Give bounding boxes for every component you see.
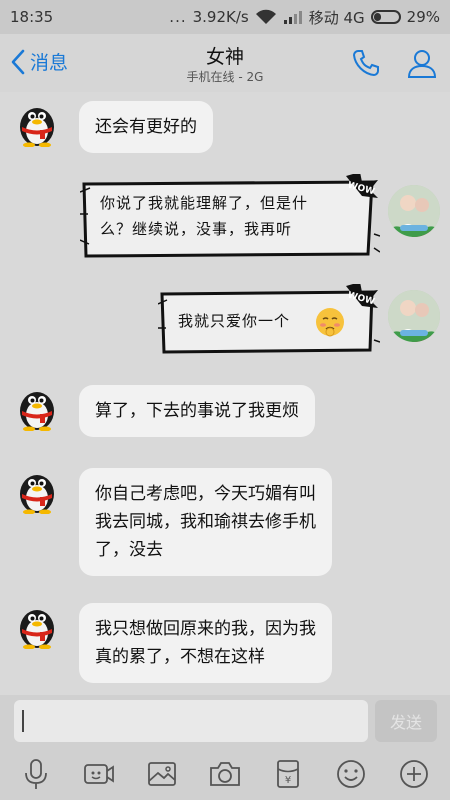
camera-icon bbox=[210, 761, 240, 786]
video-call-button[interactable] bbox=[79, 754, 119, 794]
message-input[interactable] bbox=[14, 700, 368, 742]
message-text-line: 真的累了，不想在这样 bbox=[95, 647, 265, 667]
red-packet-button[interactable]: ¥ bbox=[268, 754, 308, 794]
penguin-avatar[interactable] bbox=[14, 385, 60, 431]
plus-icon bbox=[400, 759, 429, 788]
message-text-line: 你说了我就能理解了，但是什 bbox=[100, 194, 309, 212]
composer: 发送 bbox=[0, 695, 450, 747]
voice-button[interactable] bbox=[16, 754, 56, 794]
message-text-line: 么？继续说，没事，我再听 bbox=[100, 220, 293, 238]
image-icon bbox=[147, 761, 176, 786]
profile-button[interactable] bbox=[406, 47, 438, 83]
phone-icon bbox=[352, 50, 379, 77]
embarrassed-face-icon bbox=[316, 308, 344, 337]
chat-header: 消息 女神 手机在线 - 2G bbox=[0, 34, 450, 92]
message-bubble-incoming[interactable]: 算了，下去的事说了我更烦 bbox=[79, 385, 315, 437]
message-list[interactable]: 还会有更好的 WOW 你说了我就能理解了，但是什 么？继续说，没事，我再听 WO… bbox=[0, 92, 450, 695]
more-button[interactable] bbox=[394, 754, 434, 794]
status-time: 18:35 bbox=[10, 8, 54, 26]
send-label: 发送 bbox=[389, 713, 422, 732]
signal-icon bbox=[283, 11, 302, 24]
battery-icon bbox=[370, 10, 401, 24]
network-speed: 3.92K/s bbox=[192, 8, 249, 26]
message-text-line: 你自己考虑吧，今天巧媚有叫 bbox=[95, 484, 316, 504]
message-text-line: 我只想做回原来的我，因为我 bbox=[95, 619, 316, 639]
penguin-avatar[interactable] bbox=[14, 101, 60, 147]
message-text: 还会有更好的 bbox=[95, 117, 197, 137]
message-bubble-incoming[interactable]: 还会有更好的 bbox=[79, 101, 213, 153]
message-text: 我就只爱你一个 bbox=[178, 312, 291, 330]
send-button[interactable]: 发送 bbox=[375, 700, 437, 742]
person-icon bbox=[407, 50, 437, 78]
penguin-avatar[interactable] bbox=[14, 468, 60, 514]
penguin-avatar[interactable] bbox=[14, 603, 60, 649]
message-text-line: 了，没去 bbox=[95, 540, 163, 560]
camera-button[interactable] bbox=[205, 754, 245, 794]
status-bar: 18:35 ... 3.92K/s 移动 4G 29% bbox=[0, 0, 450, 34]
contact-status: 手机在线 - 2G bbox=[186, 70, 264, 84]
phone-call-button[interactable] bbox=[350, 47, 382, 83]
comic-bubble-outgoing[interactable]: WOW 你说了我就能理解了，但是什 么？继续说，没事，我再听 bbox=[80, 174, 380, 262]
user-avatar[interactable] bbox=[388, 185, 440, 237]
comic-bubble-outgoing[interactable]: WOW 我就只爱你一个 bbox=[158, 284, 380, 358]
message-text: 算了，下去的事说了我更烦 bbox=[95, 401, 299, 421]
message-bubble-incoming[interactable]: 你自己考虑吧，今天巧媚有叫 我去同城，我和瑜祺去修手机 了，没去 bbox=[79, 468, 332, 576]
photo-button[interactable] bbox=[142, 754, 182, 794]
text-caret bbox=[22, 710, 24, 732]
red-packet-icon: ¥ bbox=[277, 759, 300, 788]
input-toolbar: ¥ bbox=[0, 747, 450, 800]
wifi-icon bbox=[255, 9, 276, 24]
contact-name: 女神 bbox=[205, 46, 244, 68]
emoji-button[interactable] bbox=[331, 754, 371, 794]
more-dots-icon: ... bbox=[169, 8, 187, 26]
emoji-icon bbox=[337, 759, 366, 788]
video-icon bbox=[83, 763, 114, 784]
carrier-label: 移动 4G bbox=[308, 8, 365, 27]
svg-text:¥: ¥ bbox=[285, 775, 291, 786]
battery-percent: 29% bbox=[406, 8, 440, 26]
message-bubble-incoming[interactable]: 我只想做回原来的我，因为我 真的累了，不想在这样 bbox=[79, 603, 332, 683]
user-avatar[interactable] bbox=[388, 290, 440, 342]
microphone-icon bbox=[24, 758, 47, 789]
message-text-line: 我去同城，我和瑜祺去修手机 bbox=[95, 512, 316, 532]
